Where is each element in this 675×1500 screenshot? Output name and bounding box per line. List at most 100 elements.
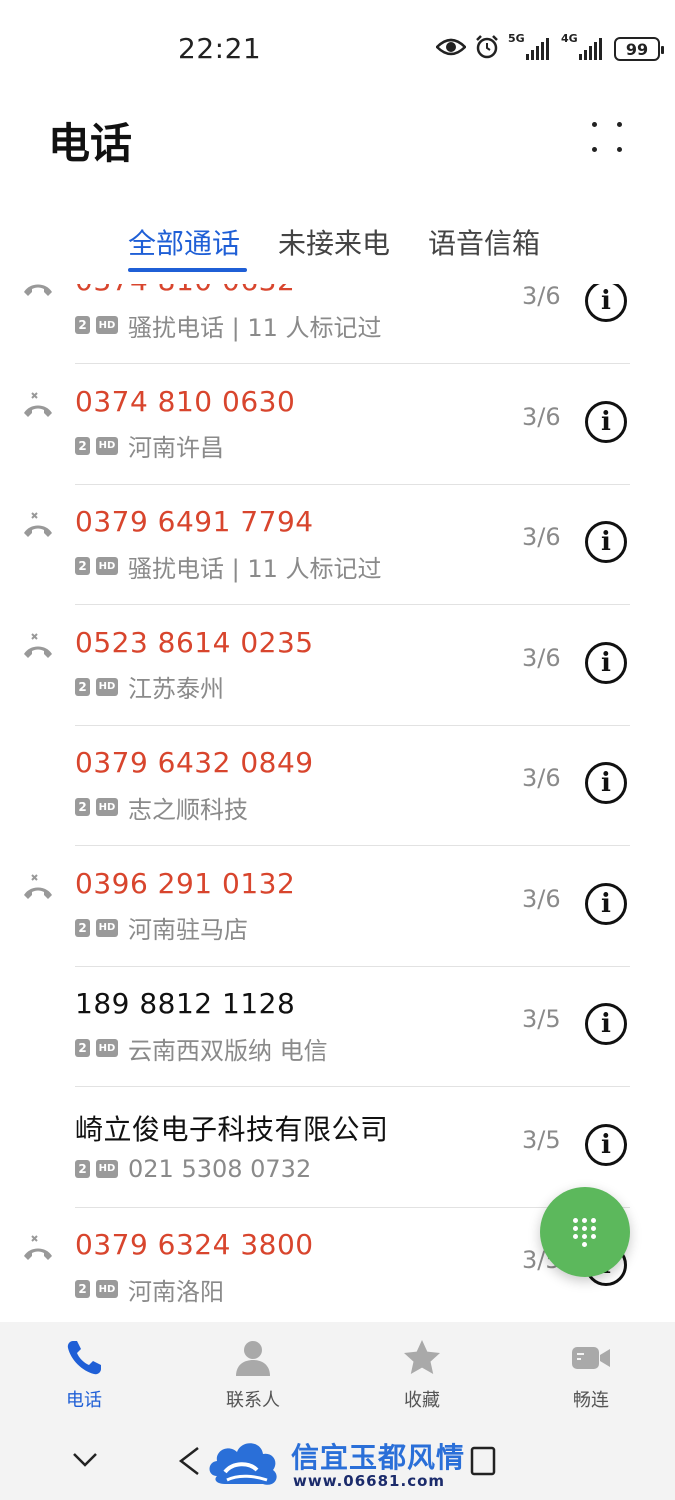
- dialpad-button[interactable]: [540, 1187, 630, 1277]
- battery-icon: 99: [614, 37, 664, 61]
- call-log-row[interactable]: 0379 6432 0849 2 HD 志之顺科技 3/6 i: [0, 726, 675, 846]
- call-date: 3/6: [522, 884, 561, 913]
- call-details: 2 HD 河南许昌: [75, 431, 224, 462]
- caller-name: 0379 6432 0849: [75, 746, 314, 779]
- video-call-icon: [571, 1338, 611, 1378]
- nav-phone[interactable]: 电话: [24, 1322, 144, 1422]
- hd-icon: HD: [96, 436, 118, 455]
- caller-name: 189 8812 1128: [75, 987, 296, 1020]
- status-bar: 22:21 5G 4G 99: [0, 0, 675, 100]
- sim-2-icon: 2: [75, 918, 90, 937]
- call-date: 3/6: [522, 643, 561, 672]
- call-details: 2 HD 021 5308 0732: [75, 1154, 311, 1184]
- caller-name: 0374 810 0630: [75, 384, 296, 418]
- call-log-row[interactable]: 0379 6491 7794 2 HD 骚扰电话 | 11 人标记过 3/6 i: [0, 485, 675, 605]
- nav-meetime[interactable]: 畅连: [531, 1322, 651, 1422]
- watermark-text: 信宜玉都风情: [291, 1441, 466, 1474]
- nav-contacts[interactable]: 联系人: [193, 1322, 313, 1422]
- contacts-icon: [233, 1338, 273, 1378]
- page-title: 电话: [48, 119, 133, 168]
- hd-icon: HD: [96, 798, 118, 816]
- call-details: 2 HD 志之顺科技: [75, 792, 248, 824]
- info-icon[interactable]: i: [585, 641, 627, 684]
- call-date: 3/6: [522, 764, 561, 792]
- call-date: 3/5: [522, 1125, 561, 1154]
- watermark-url: www.06681.com: [293, 1472, 446, 1490]
- hd-icon: HD: [96, 918, 118, 937]
- tab-voicemail[interactable]: 语音信箱: [428, 222, 540, 262]
- tab-all-calls[interactable]: 全部通话: [128, 222, 240, 262]
- caller-name: 0379 6324 3800: [75, 1228, 314, 1261]
- bottom-nav: 电话 联系人 收藏 畅连: [0, 1322, 675, 1422]
- call-log-list: 0374 810 06322HD骚扰电话 | 11 人标记过3/6i0374 8…: [0, 284, 675, 1320]
- sim-2-icon: 2: [75, 557, 90, 575]
- back-icon[interactable]: [178, 1446, 200, 1480]
- active-tab-indicator: [128, 268, 247, 272]
- sim-2-icon: 2: [75, 1159, 90, 1178]
- caller-location: 江苏泰州: [128, 675, 224, 703]
- hd-icon: HD: [96, 1159, 118, 1178]
- info-icon[interactable]: i: [585, 521, 627, 563]
- call-log-row[interactable]: 0374 810 0632 2 HD 骚扰电话 | 11 人标记过 3/6 i: [0, 284, 675, 364]
- watermark-logo: 信宜玉都风情 www.06681.com: [205, 1432, 475, 1494]
- hd-icon: HD: [96, 677, 118, 696]
- missed-call-icon: [22, 391, 54, 419]
- call-log-row[interactable]: 0374 810 0630 2 HD 河南许昌 3/6 i: [0, 365, 675, 485]
- call-date: 3/6: [522, 523, 561, 551]
- signal-5g-icon: 5G: [508, 32, 551, 60]
- sim-2-icon: 2: [75, 1280, 90, 1298]
- missed-call-icon: [22, 1234, 54, 1262]
- nav-favorites[interactable]: 收藏: [362, 1322, 482, 1422]
- call-details: 2 HD 骚扰电话 | 11 人标记过: [75, 310, 382, 342]
- cloud-logo-icon: [209, 1443, 277, 1485]
- chevron-down-icon[interactable]: [72, 1452, 98, 1472]
- missed-call-icon: [22, 632, 54, 660]
- info-icon[interactable]: i: [585, 882, 627, 925]
- caller-name: 0396 291 0132: [75, 866, 296, 900]
- call-log-row[interactable]: 0523 8614 0235 2 HD 江苏泰州 3/6 i: [0, 606, 675, 726]
- caller-location: 河南许昌: [128, 434, 224, 462]
- caller-name: 0374 810 0632: [75, 284, 295, 297]
- call-date: 3/6: [522, 402, 561, 431]
- caller-location: 骚扰电话 | 11 人标记过: [128, 554, 382, 583]
- call-details: 2 HD 江苏泰州: [75, 672, 224, 703]
- missed-call-icon: [22, 873, 54, 901]
- sim-2-icon: 2: [75, 1039, 90, 1057]
- caller-location: 河南驻马店: [128, 916, 248, 944]
- eye-icon: [435, 36, 467, 62]
- call-log-row[interactable]: 0396 291 0132 2 HD 河南驻马店 3/6 i: [0, 847, 675, 967]
- call-log-row[interactable]: 189 8812 1128 2 HD 云南西双版纳 电信 3/5 i: [0, 967, 675, 1087]
- alarm-icon: [474, 34, 500, 64]
- info-icon[interactable]: i: [585, 284, 627, 322]
- sim-2-icon: 2: [75, 316, 90, 334]
- info-icon[interactable]: i: [585, 762, 627, 804]
- tab-missed-calls[interactable]: 未接来电: [278, 222, 390, 262]
- more-options-icon[interactable]: [582, 112, 632, 162]
- call-tabs: 全部通话 未接来电 语音信箱: [0, 222, 675, 278]
- hd-icon: HD: [96, 557, 118, 575]
- hd-icon: HD: [96, 1039, 118, 1057]
- caller-location: 骚扰电话 | 11 人标记过: [128, 313, 382, 342]
- phone-icon: [64, 1338, 104, 1378]
- missed-call-icon: [22, 284, 54, 298]
- signal-4g-icon: 4G: [561, 32, 604, 60]
- caller-name: 崎立俊电子科技有限公司: [75, 1112, 389, 1146]
- star-icon: [402, 1338, 442, 1378]
- caller-location: 云南西双版纳 电信: [128, 1036, 328, 1065]
- info-icon[interactable]: i: [585, 1003, 627, 1045]
- caller-name: 0379 6491 7794: [75, 505, 314, 538]
- caller-location: 志之顺科技: [128, 795, 248, 824]
- info-icon[interactable]: i: [585, 400, 627, 443]
- sim-2-icon: 2: [75, 677, 90, 696]
- call-date: 3/5: [522, 1005, 561, 1033]
- call-details: 2 HD 骚扰电话 | 11 人标记过: [75, 551, 382, 583]
- call-details: 2 HD 河南洛阳: [75, 1274, 224, 1306]
- caller-name: 0523 8614 0235: [75, 625, 314, 659]
- status-time: 22:21: [178, 32, 262, 65]
- call-details: 2 HD 云南西双版纳 电信: [75, 1033, 328, 1065]
- status-icons: 5G 4G 99: [435, 32, 664, 64]
- call-details: 2 HD 河南驻马店: [75, 913, 248, 944]
- info-icon[interactable]: i: [585, 1123, 627, 1166]
- call-date: 3/6: [522, 284, 561, 310]
- sim-2-icon: 2: [75, 436, 90, 455]
